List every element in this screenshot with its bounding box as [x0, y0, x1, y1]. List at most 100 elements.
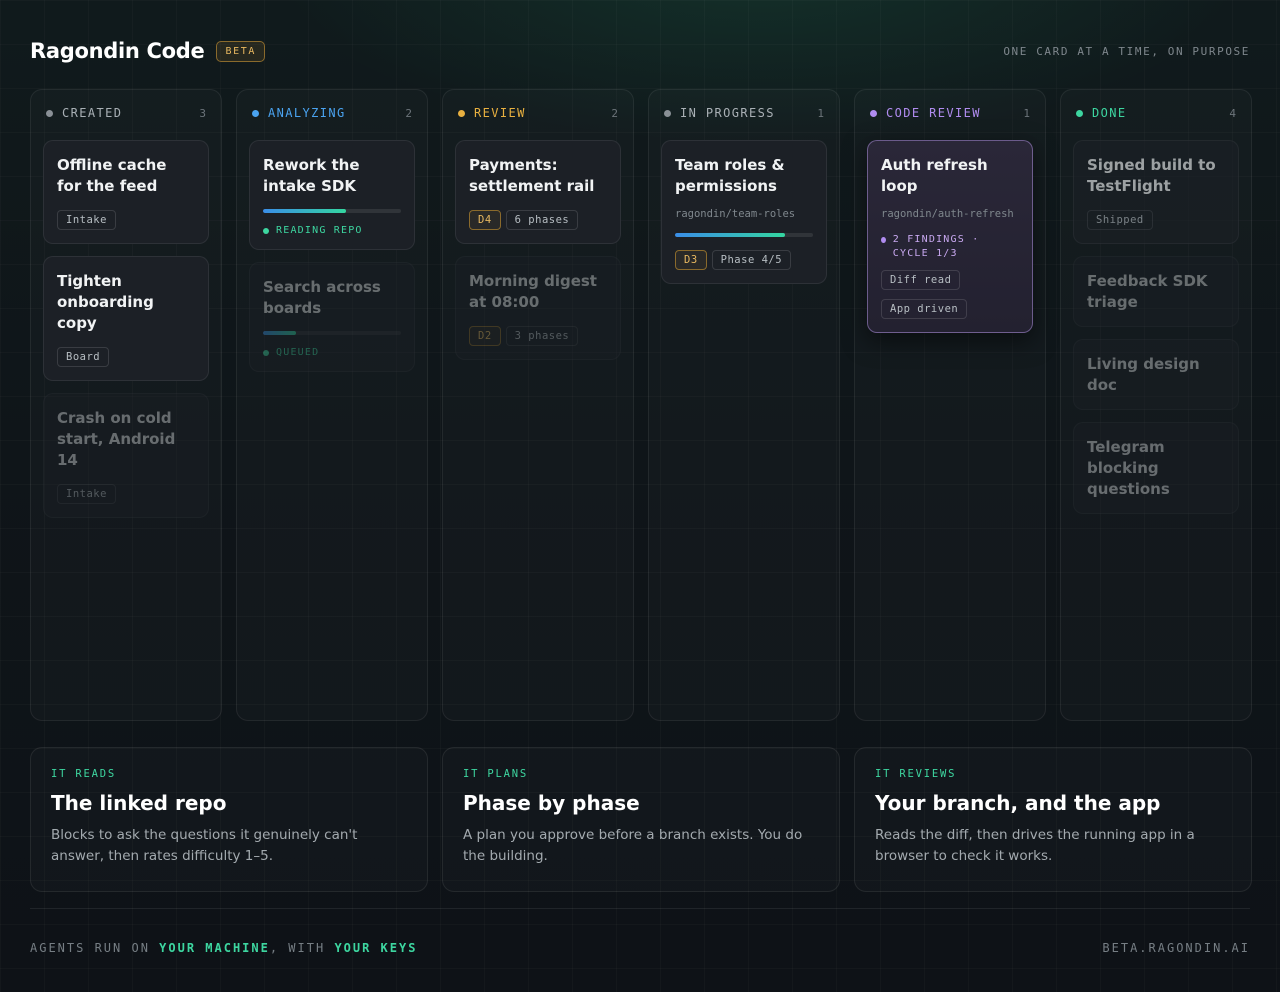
- phase-tag: Phase 4/5: [711, 250, 792, 270]
- feature-kicker: IT REVIEWS: [875, 768, 957, 780]
- status-dot-icon: [263, 227, 269, 234]
- status-text: QUEUED: [276, 347, 320, 358]
- task-card[interactable]: Telegram blocking questions: [1073, 422, 1239, 514]
- brand-title: Ragondin Code: [30, 39, 205, 63]
- repo-name: ragondin/auth-refresh: [881, 208, 1014, 220]
- card-title: Feedback SDK triage: [1087, 272, 1208, 311]
- card-tag: Diff read: [881, 270, 961, 290]
- column-code-review: CODE REVIEW 1 Auth refresh loop ragondin…: [854, 89, 1046, 721]
- card-title: Tighten onboarding copy: [57, 272, 154, 332]
- feature-card-reviews: IT REVIEWS Your branch, and the app Read…: [854, 747, 1252, 892]
- phases-tag: 6 phases: [505, 210, 579, 230]
- card-tag: Shipped: [1087, 210, 1153, 230]
- status-dot-icon: [263, 349, 269, 356]
- card-title: Search across boards: [263, 278, 381, 317]
- column-count: 2: [611, 106, 618, 120]
- beta-badge: BETA: [216, 40, 265, 62]
- repo-name: ragondin/team-roles: [675, 208, 796, 220]
- card-title: Crash on cold start, Android 14: [57, 409, 176, 469]
- feature-description: A plan you approve before a branch exist…: [463, 827, 803, 864]
- footer: AGENTS RUN ON YOUR MACHINE, WITH YOUR KE…: [30, 941, 1250, 955]
- status-dot-icon: [664, 109, 671, 117]
- app-header: Ragondin Code BETA ONE CARD AT A TIME, O…: [30, 36, 1250, 66]
- difficulty-badge: D2: [469, 326, 501, 346]
- footer-divider: [30, 908, 1250, 909]
- status-dot-icon: [1076, 109, 1083, 117]
- card-title: Team roles & permissions: [675, 156, 785, 195]
- task-card[interactable]: Tighten onboarding copy Board: [43, 256, 209, 381]
- site-link[interactable]: BETA.RAGONDIN.AI: [1102, 941, 1250, 955]
- task-card[interactable]: Morning digest at 08:00 D2 3 phases: [455, 256, 621, 360]
- card-title: Signed build to TestFlight: [1087, 156, 1216, 195]
- progress-bar: [263, 331, 401, 335]
- column-count: 3: [199, 106, 206, 120]
- difficulty-badge: D3: [675, 250, 707, 270]
- column-review: REVIEW 2 Payments: settlement rail D4 6 p…: [442, 89, 634, 721]
- footer-text: AGENTS RUN ON: [30, 941, 160, 955]
- card-title: Telegram blocking questions: [1087, 438, 1170, 498]
- card-title: Offline cache for the feed: [57, 156, 167, 195]
- feature-cards: IT READS The linked repo Blocks to ask t…: [30, 747, 1252, 892]
- column-title: REVIEW: [474, 106, 526, 120]
- task-card[interactable]: Feedback SDK triage: [1073, 256, 1239, 327]
- column-count: 1: [1023, 106, 1030, 120]
- status-text: READING REPO: [276, 225, 363, 236]
- status-dot-icon: [46, 109, 53, 117]
- status-line: QUEUED: [263, 347, 401, 358]
- column-done: DONE 4 Signed build to TestFlight Shippe…: [1060, 89, 1252, 721]
- feature-title: Phase by phase: [463, 791, 640, 815]
- status-dot-icon: [881, 237, 886, 243]
- tagline: ONE CARD AT A TIME, ON PURPOSE: [1003, 44, 1250, 58]
- column-header: ANALYZING 2: [249, 102, 415, 124]
- task-card[interactable]: Offline cache for the feed Intake: [43, 140, 209, 244]
- column-title: CODE REVIEW: [886, 106, 981, 120]
- column-created: CREATED 3 Offline cache for the feed Int…: [30, 89, 222, 721]
- card-tag: Intake: [57, 484, 116, 504]
- column-title: ANALYZING: [268, 106, 346, 120]
- feature-kicker: IT PLANS: [463, 768, 528, 780]
- footer-highlight: YOUR KEYS: [334, 941, 418, 955]
- footer-text: , WITH: [269, 941, 335, 955]
- progress-fill: [675, 233, 786, 237]
- progress-bar: [263, 209, 401, 213]
- phases-tag: 3 phases: [505, 326, 579, 346]
- task-card[interactable]: Search across boards QUEUED: [249, 262, 415, 372]
- feature-kicker: IT READS: [51, 768, 116, 780]
- column-count: 4: [1229, 106, 1236, 120]
- column-title: IN PROGRESS: [680, 106, 775, 120]
- card-title: Living design doc: [1087, 355, 1200, 394]
- column-title: DONE: [1092, 106, 1127, 120]
- column-header: REVIEW 2: [455, 102, 621, 124]
- findings-line: 2 FINDINGS · CYCLE 1/3: [881, 233, 1019, 261]
- column-header: DONE 4: [1073, 102, 1239, 124]
- task-card[interactable]: Living design doc: [1073, 339, 1239, 410]
- task-card[interactable]: Rework the intake SDK READING REPO: [249, 140, 415, 250]
- task-card[interactable]: Auth refresh loop ragondin/auth-refresh …: [867, 140, 1033, 333]
- column-header: CREATED 3: [43, 102, 209, 124]
- feature-title: The linked repo: [51, 791, 227, 815]
- feature-description: Reads the diff, then drives the running …: [875, 827, 1195, 864]
- card-tag: App driven: [881, 299, 968, 319]
- task-card[interactable]: Crash on cold start, Android 14 Intake: [43, 393, 209, 518]
- status-dot-icon: [870, 109, 877, 117]
- column-count: 1: [817, 106, 824, 120]
- footer-highlight: YOUR MACHINE: [159, 941, 270, 955]
- column-analyzing: ANALYZING 2 Rework the intake SDK READIN…: [236, 89, 428, 721]
- task-card[interactable]: Team roles & permissions ragondin/team-r…: [661, 140, 827, 284]
- status-dot-icon: [252, 109, 259, 117]
- status-dot-icon: [458, 109, 465, 117]
- feature-card-reads: IT READS The linked repo Blocks to ask t…: [30, 747, 428, 892]
- column-title: CREATED: [62, 106, 123, 120]
- footer-note: AGENTS RUN ON YOUR MACHINE, WITH YOUR KE…: [30, 941, 417, 955]
- column-in-progress: IN PROGRESS 1 Team roles & permissions r…: [648, 89, 840, 721]
- difficulty-badge: D4: [469, 210, 501, 230]
- card-title: Rework the intake SDK: [263, 156, 360, 195]
- card-title: Morning digest at 08:00: [469, 272, 597, 311]
- card-title: Payments: settlement rail: [469, 156, 595, 195]
- column-count: 2: [405, 106, 412, 120]
- task-card[interactable]: Signed build to TestFlight Shipped: [1073, 140, 1239, 244]
- findings-text: 2 FINDINGS · CYCLE 1/3: [892, 234, 980, 259]
- progress-bar: [675, 233, 813, 237]
- card-title: Auth refresh loop: [881, 156, 988, 195]
- task-card[interactable]: Payments: settlement rail D4 6 phases: [455, 140, 621, 244]
